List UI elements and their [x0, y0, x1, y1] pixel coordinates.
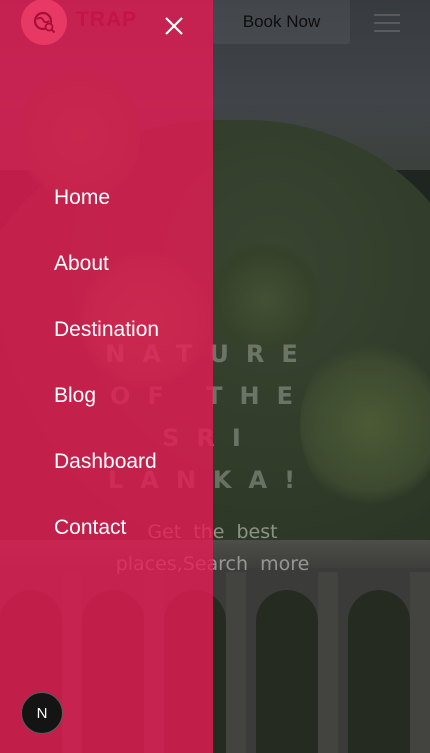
travel-globe-icon[interactable] — [21, 0, 67, 45]
nav-item-dashboard[interactable]: Dashboard — [54, 444, 159, 510]
nav-item-about[interactable]: About — [54, 246, 159, 312]
nav-menu: Home About Destination Blog Dashboard Co… — [54, 180, 159, 576]
close-icon[interactable] — [162, 14, 186, 38]
book-now-button[interactable]: Book Now — [213, 0, 350, 44]
nav-item-home[interactable]: Home — [54, 180, 159, 246]
nav-drawer: TRAP Home About Destination Blog Dashboa… — [0, 0, 213, 753]
nav-item-destination[interactable]: Destination — [54, 312, 159, 378]
nav-item-blog[interactable]: Blog — [54, 378, 159, 444]
framework-badge[interactable]: N — [21, 692, 63, 734]
brand-name[interactable]: TRAP — [76, 8, 137, 32]
nav-item-contact[interactable]: Contact — [54, 510, 159, 576]
hamburger-icon[interactable] — [374, 14, 400, 32]
